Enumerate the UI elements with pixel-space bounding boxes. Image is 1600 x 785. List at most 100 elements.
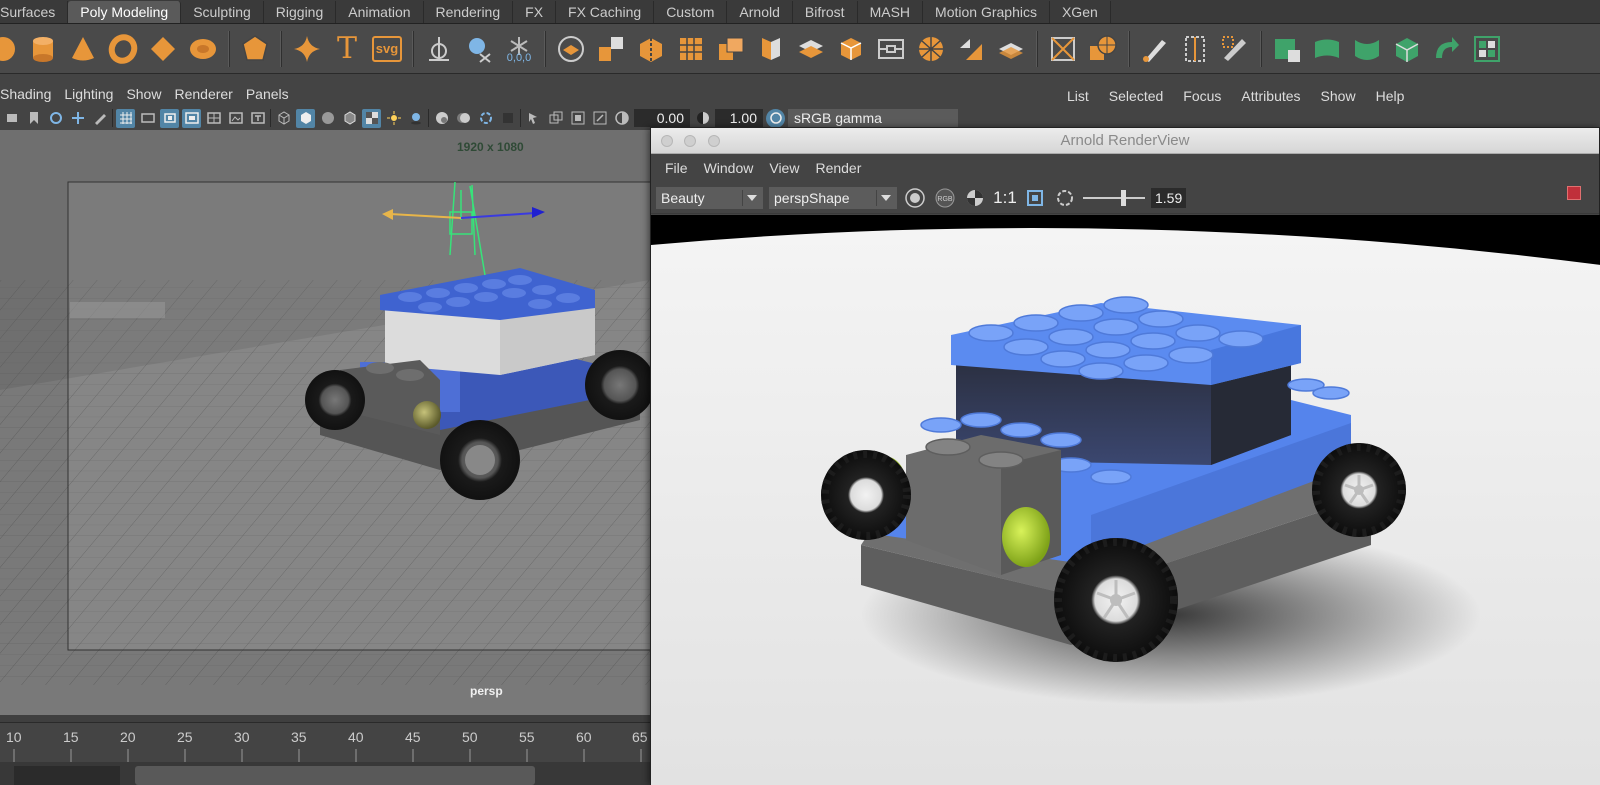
menu-attributes[interactable]: Attributes <box>1241 88 1300 104</box>
cylindrical-mapping-icon[interactable] <box>1350 32 1384 66</box>
render-output-image[interactable] <box>651 215 1600 785</box>
xray-components-icon[interactable] <box>590 109 609 128</box>
aov-selector[interactable]: Beauty <box>656 186 763 209</box>
shelf-tab-rendering[interactable]: Rendering <box>424 1 514 23</box>
menu-show[interactable]: Show <box>1321 88 1356 104</box>
menu-view[interactable]: View <box>769 160 799 176</box>
append-polygon-icon[interactable] <box>954 32 988 66</box>
resolution-gate-icon[interactable] <box>160 108 179 128</box>
grease-pencil-icon[interactable] <box>90 109 109 128</box>
exposure-slider[interactable] <box>1083 187 1145 209</box>
exposure-field[interactable]: 0.00 <box>634 109 690 127</box>
shelf-tab-motion-graphics[interactable]: Motion Graphics <box>923 1 1050 23</box>
automatic-mapping-icon[interactable] <box>1390 32 1424 66</box>
isolate-select-icon[interactable] <box>524 109 543 128</box>
shelf-tab-mash[interactable]: MASH <box>858 1 924 23</box>
minimize-window-button[interactable] <box>684 135 696 147</box>
stop-render-button[interactable] <box>1567 186 1581 200</box>
exposure-icon[interactable] <box>612 109 631 128</box>
menu-help[interactable]: Help <box>1376 88 1405 104</box>
shelf-tab-fx-caching[interactable]: FX Caching <box>556 1 655 23</box>
use-all-lights-icon[interactable] <box>384 109 403 128</box>
depth-of-field-icon[interactable] <box>498 109 517 128</box>
shelf-tab-poly-modeling[interactable]: Poly Modeling <box>68 1 182 23</box>
shelf-tab-rigging[interactable]: Rigging <box>264 1 337 23</box>
menu-show[interactable]: Show <box>126 86 174 102</box>
booleans-icon[interactable] <box>714 32 748 66</box>
range-slider[interactable] <box>0 762 650 785</box>
menu-focus[interactable]: Focus <box>1183 88 1221 104</box>
render-region-icon[interactable] <box>903 186 927 210</box>
target-weld-icon[interactable] <box>1086 32 1120 66</box>
rgb-channel-icon[interactable]: RGB <box>933 186 957 210</box>
range-slider-bar[interactable] <box>135 766 535 785</box>
grid-toggle-icon[interactable] <box>116 108 135 128</box>
gamma-icon[interactable] <box>693 109 712 128</box>
shelf-tab-arnold[interactable]: Arnold <box>727 1 793 23</box>
uv-editor-icon[interactable] <box>1270 32 1304 66</box>
menu-window[interactable]: Window <box>704 160 754 176</box>
poly-disc-icon[interactable] <box>186 32 220 66</box>
start-frame-field[interactable] <box>14 766 120 785</box>
exposure-icon[interactable] <box>1053 186 1077 210</box>
multi-cut-icon[interactable] <box>1046 32 1080 66</box>
perspective-viewport[interactable]: 1920 x 1080 persp <box>0 130 650 715</box>
shelf-tab-xgen[interactable]: XGen <box>1050 1 1111 23</box>
sculpt-brush-icon[interactable] <box>1138 32 1172 66</box>
shelf-tab-custom[interactable]: Custom <box>654 1 728 23</box>
separate-icon[interactable] <box>594 32 628 66</box>
poly-plane-icon[interactable] <box>146 32 180 66</box>
menu-list[interactable]: List <box>1067 88 1089 104</box>
type-tool-icon[interactable]: T <box>330 31 364 66</box>
film-gate-icon[interactable] <box>138 109 157 128</box>
menu-shading[interactable]: Shading <box>0 86 64 102</box>
poly-torus-icon[interactable] <box>106 32 140 66</box>
pivot-tool-icon[interactable] <box>422 32 456 66</box>
menu-lighting[interactable]: Lighting <box>64 86 126 102</box>
poly-cylinder-icon[interactable] <box>26 32 60 66</box>
shelf-tab-sculpting[interactable]: Sculpting <box>181 1 264 23</box>
frame-all-icon[interactable] <box>1023 186 1047 210</box>
unfold-icon[interactable] <box>1430 32 1464 66</box>
safe-title-icon[interactable] <box>248 109 267 128</box>
freeze-transform-icon[interactable] <box>462 32 496 66</box>
menu-renderer[interactable]: Renderer <box>174 86 245 102</box>
reset-transform-icon[interactable]: 0,0,0 <box>502 32 536 66</box>
mirror-icon[interactable] <box>754 32 788 66</box>
color-space-selector[interactable]: sRGB gamma <box>788 109 958 127</box>
field-chart-icon[interactable] <box>204 109 223 128</box>
camera-selector[interactable]: perspShape <box>769 186 897 209</box>
smooth-icon[interactable] <box>674 32 708 66</box>
planar-mapping-icon[interactable] <box>1310 32 1344 66</box>
gate-mask-icon[interactable] <box>182 108 201 128</box>
smooth-shade-icon[interactable] <box>296 108 315 128</box>
shelf-tab-surfaces[interactable]: Surfaces <box>0 1 69 23</box>
default-material-icon[interactable] <box>318 109 337 128</box>
poly-sphere-icon[interactable] <box>0 32 20 66</box>
select-camera-icon[interactable] <box>2 109 21 128</box>
shelf-tab-fx[interactable]: FX <box>513 1 557 23</box>
bridge-icon[interactable] <box>874 32 908 66</box>
anti-aliasing-icon[interactable] <box>476 109 495 128</box>
shelf-tab-animation[interactable]: Animation <box>336 1 424 23</box>
bevel-icon[interactable] <box>794 32 828 66</box>
quad-draw-icon[interactable] <box>1218 32 1252 66</box>
motion-blur-icon[interactable] <box>454 109 473 128</box>
xray-joints-icon[interactable] <box>568 109 587 128</box>
super-shape-icon[interactable] <box>290 32 324 66</box>
ambient-occlusion-icon[interactable] <box>432 109 451 128</box>
zoom-window-button[interactable] <box>708 135 720 147</box>
bookmark-icon[interactable] <box>24 109 43 128</box>
close-window-button[interactable] <box>661 135 673 147</box>
color-management-icon[interactable] <box>766 108 785 128</box>
menu-panels[interactable]: Panels <box>246 86 302 102</box>
track-icon[interactable] <box>68 109 87 128</box>
safe-action-icon[interactable] <box>226 109 245 128</box>
gamma-field[interactable]: 1.00 <box>715 109 763 127</box>
svg-tool-icon[interactable]: svg <box>370 32 404 66</box>
menu-file[interactable]: File <box>665 160 688 176</box>
poke-icon[interactable] <box>994 32 1028 66</box>
slide-edge-icon[interactable] <box>1178 32 1212 66</box>
textured-icon[interactable] <box>362 108 381 128</box>
zoom-ratio-button[interactable]: 1:1 <box>993 186 1017 210</box>
